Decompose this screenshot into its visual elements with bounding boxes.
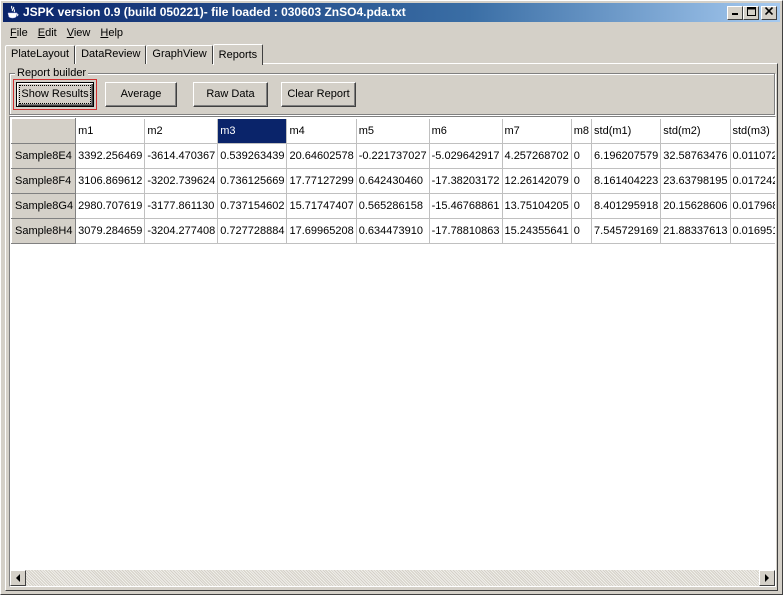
raw-data-button[interactable]: Raw Data bbox=[193, 82, 268, 107]
horizontal-scrollbar[interactable] bbox=[10, 570, 775, 586]
app-window: JSPK version 0.9 (build 050221)- file lo… bbox=[0, 0, 783, 595]
table-cell[interactable]: -3177.861130 bbox=[144, 193, 219, 219]
table-cell[interactable]: 0.634473910 bbox=[356, 218, 430, 244]
column-header[interactable]: m2 bbox=[144, 118, 219, 144]
table-cell[interactable]: 13.75104205 bbox=[502, 193, 572, 219]
table-cell[interactable]: -3202.739624 bbox=[144, 168, 219, 194]
table-row: Sample8F4 3106.869612 -3202.739624 0.736… bbox=[10, 168, 775, 194]
table-cell[interactable]: 0.016951 bbox=[730, 218, 775, 244]
table-row: Sample8E4 3392.256469 -3614.470367 0.539… bbox=[10, 143, 775, 169]
table-cell[interactable]: 0 bbox=[571, 143, 593, 169]
close-button[interactable] bbox=[761, 6, 777, 20]
table-cell[interactable]: 0 bbox=[571, 193, 593, 219]
table-cell[interactable]: 0.727728884 bbox=[217, 218, 288, 244]
menu-bar: File Edit View Help bbox=[5, 24, 128, 42]
menu-file[interactable]: File bbox=[5, 24, 33, 42]
table-cell[interactable]: 7.545729169 bbox=[591, 218, 662, 244]
window-title: JSPK version 0.9 (build 050221)- file lo… bbox=[23, 5, 406, 19]
table-cell[interactable]: 32.58763476 bbox=[660, 143, 731, 169]
table-cell[interactable]: 15.71747407 bbox=[286, 193, 357, 219]
table-cell[interactable]: 2980.707619 bbox=[75, 193, 146, 219]
table-cell[interactable]: 0.736125669 bbox=[217, 168, 288, 194]
table-cell[interactable]: -15.46768861 bbox=[429, 193, 503, 219]
table-cell[interactable]: 20.64602578 bbox=[286, 143, 357, 169]
table-cell[interactable]: 6.196207579 bbox=[591, 143, 662, 169]
table-cell[interactable]: 0.737154602 bbox=[217, 193, 288, 219]
clear-report-button[interactable]: Clear Report bbox=[281, 82, 356, 107]
column-header[interactable]: m1 bbox=[75, 118, 146, 144]
report-table: m1 m2 m3 m4 m5 m6 m7 m8 std(m1) std(m2) … bbox=[10, 118, 775, 244]
row-header[interactable]: Sample8E4 bbox=[10, 143, 77, 169]
minimize-button[interactable] bbox=[727, 6, 743, 20]
table-cell[interactable]: 3392.256469 bbox=[75, 143, 146, 169]
table-cell[interactable]: 0.642430460 bbox=[356, 168, 430, 194]
maximize-button[interactable] bbox=[743, 6, 759, 20]
column-header[interactable]: std(m2) bbox=[660, 118, 731, 144]
table-cell[interactable]: 21.88337613 bbox=[660, 218, 731, 244]
column-header[interactable]: std(m3) bbox=[730, 118, 775, 144]
table-cell[interactable]: 12.26142079 bbox=[502, 168, 572, 194]
show-results-button[interactable]: Show Results bbox=[16, 82, 94, 107]
table-cell[interactable]: -0.221737027 bbox=[356, 143, 430, 169]
close-icon bbox=[764, 6, 774, 16]
table-row: Sample8H4 3079.284659 -3204.277408 0.727… bbox=[10, 218, 775, 244]
table-cell[interactable]: 3106.869612 bbox=[75, 168, 146, 194]
table-cell[interactable]: 0 bbox=[571, 168, 593, 194]
table-cell[interactable]: 0 bbox=[571, 218, 593, 244]
row-header[interactable]: Sample8G4 bbox=[10, 193, 77, 219]
table-cell[interactable]: 8.401295918 bbox=[591, 193, 662, 219]
column-header[interactable]: m4 bbox=[286, 118, 357, 144]
row-header[interactable]: Sample8F4 bbox=[10, 168, 77, 194]
table-cell[interactable]: 0.565286158 bbox=[356, 193, 430, 219]
menu-edit[interactable]: Edit bbox=[33, 24, 62, 42]
maximize-icon bbox=[746, 7, 756, 16]
tab-strip: PlateLayout DataReview GraphView Reports bbox=[5, 43, 264, 65]
tab-graphview[interactable]: GraphView bbox=[146, 45, 213, 64]
table-cell[interactable]: -3614.470367 bbox=[144, 143, 219, 169]
table-cell[interactable]: -17.38203172 bbox=[429, 168, 503, 194]
minimize-icon bbox=[732, 13, 738, 15]
table-cell[interactable]: 0.539263439 bbox=[217, 143, 288, 169]
table-cell[interactable]: 0.017242 bbox=[730, 168, 775, 194]
arrow-right-icon bbox=[765, 574, 769, 582]
column-header[interactable]: std(m1) bbox=[591, 118, 662, 144]
table-cell[interactable]: 23.63798195 bbox=[660, 168, 731, 194]
column-header[interactable]: m5 bbox=[356, 118, 430, 144]
window-controls bbox=[727, 6, 777, 20]
table-row: Sample8G4 2980.707619 -3177.861130 0.737… bbox=[10, 193, 775, 219]
tab-platelayout[interactable]: PlateLayout bbox=[5, 45, 76, 64]
table-cell[interactable]: 20.15628606 bbox=[660, 193, 731, 219]
column-header[interactable]: m6 bbox=[429, 118, 503, 144]
scroll-right-button[interactable] bbox=[759, 570, 775, 586]
table-cell[interactable]: 3079.284659 bbox=[75, 218, 146, 244]
table-cell[interactable]: 0.011072 bbox=[730, 143, 775, 169]
table-corner-cell[interactable] bbox=[10, 118, 77, 144]
report-table-area[interactable]: m1 m2 m3 m4 m5 m6 m7 m8 std(m1) std(m2) … bbox=[9, 116, 776, 587]
scroll-left-button[interactable] bbox=[10, 570, 26, 586]
table-cell[interactable]: 8.161404223 bbox=[591, 168, 662, 194]
table-cell[interactable]: -3204.277408 bbox=[144, 218, 219, 244]
column-header[interactable]: m8 bbox=[571, 118, 593, 144]
table-header-row: m1 m2 m3 m4 m5 m6 m7 m8 std(m1) std(m2) … bbox=[10, 118, 775, 144]
average-button[interactable]: Average bbox=[105, 82, 177, 107]
table-cell[interactable]: -17.78810863 bbox=[429, 218, 503, 244]
report-builder-label: Report builder bbox=[15, 67, 89, 79]
tab-datareview[interactable]: DataReview bbox=[75, 45, 147, 64]
menu-help[interactable]: Help bbox=[95, 24, 128, 42]
table-cell[interactable]: -5.029642917 bbox=[429, 143, 503, 169]
table-cell[interactable]: 4.257268702 bbox=[502, 143, 572, 169]
table-cell[interactable]: 15.24355641 bbox=[502, 218, 572, 244]
table-cell[interactable]: 17.69965208 bbox=[286, 218, 357, 244]
arrow-left-icon bbox=[16, 574, 20, 582]
tab-reports[interactable]: Reports bbox=[212, 44, 264, 65]
menu-view[interactable]: View bbox=[62, 24, 96, 42]
title-bar[interactable]: JSPK version 0.9 (build 050221)- file lo… bbox=[3, 3, 780, 22]
column-header-selected[interactable]: m3 bbox=[217, 118, 288, 144]
table-cell[interactable]: 17.77127299 bbox=[286, 168, 357, 194]
table-cell[interactable]: 0.017968 bbox=[730, 193, 775, 219]
row-header[interactable]: Sample8H4 bbox=[10, 218, 77, 244]
java-cup-icon bbox=[7, 5, 19, 19]
column-header[interactable]: m7 bbox=[502, 118, 572, 144]
